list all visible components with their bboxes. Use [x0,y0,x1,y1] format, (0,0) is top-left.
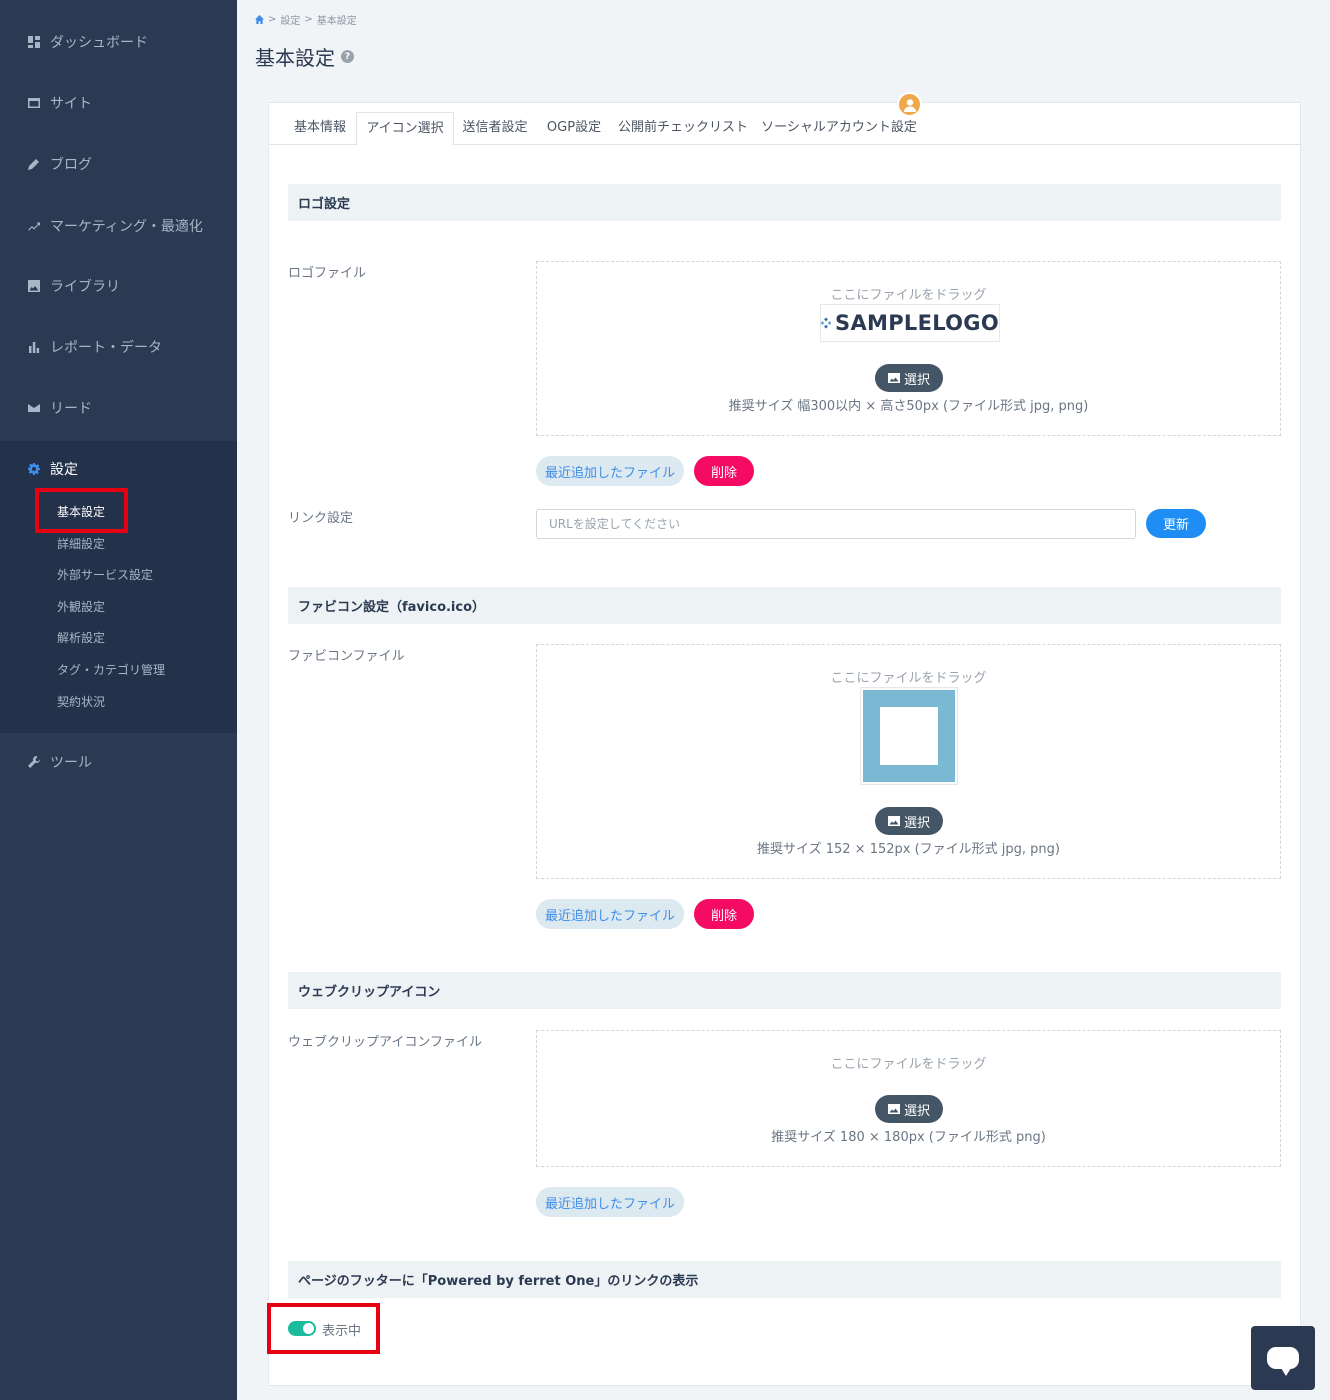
sample-logo-text: SAMPLELOGO [835,311,999,335]
sidebar-item-label: マーケティング・最適化 [50,219,203,235]
tab-basic-info[interactable]: 基本情報 [283,111,357,145]
webclip-drag-text: ここにファイルをドラッグ [830,1057,987,1072]
favicon-select-button[interactable]: 選択 [875,807,943,835]
webclip-recent-files-button[interactable]: 最近追加したファイル [536,1187,684,1217]
favicon-file-label: ファビコンファイル [288,649,405,664]
bar-chart-icon [28,341,40,353]
settings-group [0,441,237,733]
logo-drag-text: ここにファイルをドラッグ [830,288,987,303]
breadcrumb-separator: > [304,14,313,25]
logo-dropzone[interactable]: ここにファイルをドラッグ SAMPLELOGO 選択 推奨サイズ 幅300以内 … [536,261,1281,436]
select-label: 選択 [903,815,930,831]
highlight-toggle [267,1303,380,1354]
site-icon [28,97,40,109]
user-avatar[interactable] [897,92,922,117]
webclip-file-label: ウェブクリップアイコンファイル [288,1035,482,1050]
subnav-contract[interactable]: 契約状況 [57,694,105,710]
webclip-select-button[interactable]: 選択 [875,1095,943,1123]
breadcrumb-basic-settings: 基本設定 [316,16,357,27]
section-footer-link-heading: ページのフッターに「Powered by ferret One」のリンクの表示 [288,1261,1281,1298]
page-title: 基本設定 ? [255,42,354,71]
sidebar-item-settings[interactable]: 設定 [28,457,78,481]
favicon-size-note: 推奨サイズ 152 × 152px (ファイル形式 jpg, png) [756,842,1060,857]
sidebar-item-report[interactable]: レポート・データ [28,335,162,359]
tab-bar: 基本情報 アイコン選択 送信者設定 OGP設定 公開前チェックリスト ソーシャル… [269,103,1300,146]
page-title-text: 基本設定 [255,46,335,70]
link-setting-label: リンク設定 [288,511,354,526]
image-icon [887,373,900,383]
webclip-dropzone[interactable]: ここにファイルをドラッグ 選択 推奨サイズ 180 × 180px (ファイル形… [536,1030,1281,1167]
tab-sender[interactable]: 送信者設定 [455,111,535,145]
logo-file-label: ロゴファイル [288,266,367,281]
select-label: 選択 [903,1103,930,1119]
webclip-size-note: 推奨サイズ 180 × 180px (ファイル形式 png) [771,1130,1046,1145]
breadcrumb: > 設定 > 基本設定 [255,12,357,27]
sidebar-item-label: サイト [50,96,92,112]
image-icon [887,816,900,826]
highlight-basic-settings [35,488,128,533]
breadcrumb-separator: > [268,14,277,25]
mail-icon [28,402,40,414]
tab-social-accounts[interactable]: ソーシャルアカウント設定 [759,111,919,145]
chat-button[interactable] [1251,1326,1315,1390]
chat-bubble-icon [1267,1347,1299,1376]
sidebar-item-label: 設定 [50,462,78,478]
favicon-image [863,690,955,782]
image-icon [28,280,40,292]
sidebar-item-lead[interactable]: リード [28,396,92,420]
logo-size-note: 推奨サイズ 幅300以内 × 高さ50px (ファイル形式 jpg, png) [728,399,1089,414]
section-favicon-heading: ファビコン設定（favico.ico） [288,587,1281,624]
sidebar-item-label: リード [50,401,92,417]
sidebar-item-marketing[interactable]: マーケティング・最適化 [28,214,203,238]
favicon-drag-text: ここにファイルをドラッグ [830,671,987,686]
logo-preview: SAMPLELOGO [820,304,1000,342]
sidebar-item-label: ダッシュボード [50,35,148,51]
gear-icon [28,463,40,475]
sidebar-item-label: レポート・データ [50,340,162,356]
sidebar-item-library[interactable]: ライブラリ [28,274,120,298]
sidebar-item-tools[interactable]: ツール [28,750,92,774]
sidebar-item-blog[interactable]: ブログ [28,152,92,176]
breadcrumb-settings[interactable]: 設定 [280,12,300,27]
sidebar-item-site[interactable]: サイト [28,91,92,115]
home-icon[interactable] [255,15,264,24]
subnav-tag-category[interactable]: タグ・カテゴリ管理 [57,662,165,678]
logo-select-button[interactable]: 選択 [875,364,943,392]
sample-logo-mark-icon [821,317,832,329]
logo-link-url-input[interactable] [536,509,1136,539]
sidebar: ダッシュボード サイト ブログ マーケティング・最適化 ライブラリ レポート・デ… [0,0,237,1400]
tab-icon-select[interactable]: アイコン選択 [356,112,454,146]
sidebar-item-label: ライブラリ [50,279,120,295]
sidebar-item-label: ブログ [50,157,92,173]
logo-recent-files-button[interactable]: 最近追加したファイル [536,456,684,486]
wrench-icon [28,756,40,768]
pencil-icon [28,158,40,170]
favicon-preview [860,687,958,785]
favicon-delete-button[interactable]: 削除 [694,899,754,929]
trend-icon [28,220,40,232]
subnav-external-services[interactable]: 外部サービス設定 [57,567,153,583]
section-webclip-heading: ウェブクリップアイコン [288,972,1281,1009]
help-icon[interactable]: ? [341,50,354,63]
tab-prepublish-checklist[interactable]: 公開前チェックリスト [615,111,751,145]
select-label: 選択 [903,372,930,388]
favicon-dropzone[interactable]: ここにファイルをドラッグ 選択 推奨サイズ 152 × 152px (ファイル形… [536,644,1281,879]
subnav-analytics[interactable]: 解析設定 [57,630,105,646]
dashboard-icon [28,36,40,48]
sidebar-item-label: ツール [50,755,92,771]
update-link-button[interactable]: 更新 [1146,509,1206,538]
section-logo-heading: ロゴ設定 [288,184,1281,221]
subnav-appearance[interactable]: 外観設定 [57,599,105,615]
favicon-recent-files-button[interactable]: 最近追加したファイル [536,899,684,929]
logo-delete-button[interactable]: 削除 [694,456,754,486]
user-icon [903,98,916,112]
image-icon [887,1104,900,1114]
sidebar-item-dashboard[interactable]: ダッシュボード [28,30,148,54]
favicon-image-center [880,707,938,765]
tab-ogp[interactable]: OGP設定 [539,111,609,145]
subnav-detail-settings[interactable]: 詳細設定 [57,536,105,552]
